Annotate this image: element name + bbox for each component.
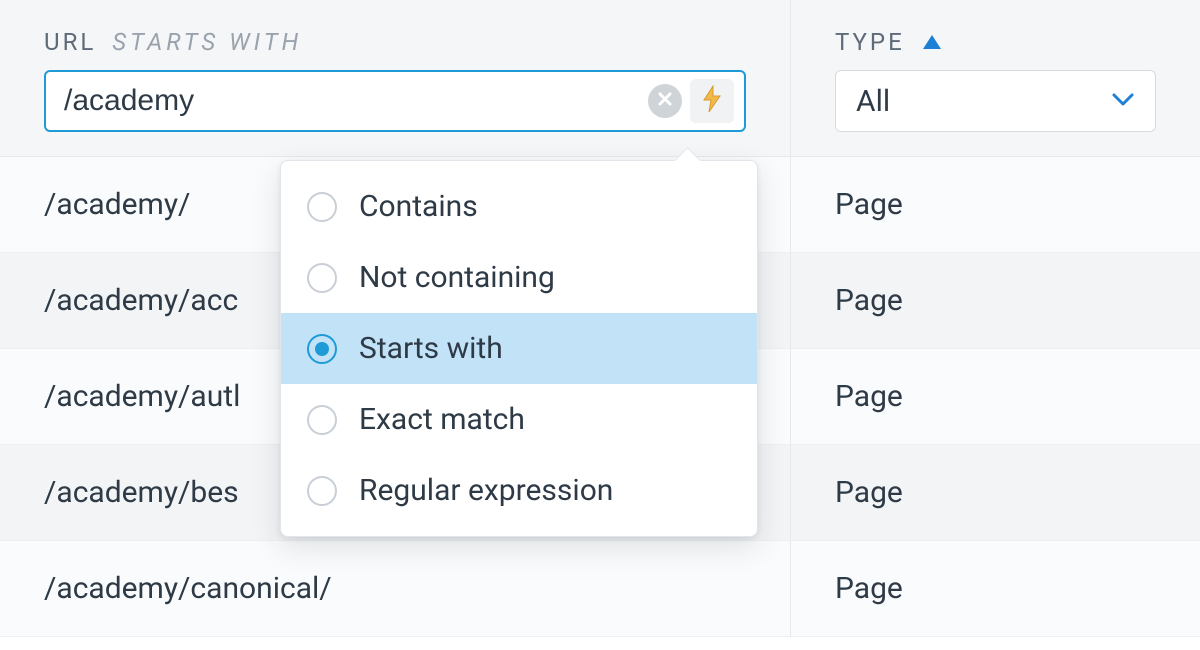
filter-option-exact-match[interactable]: Exact match (281, 384, 757, 455)
radio-icon (307, 334, 337, 364)
filter-option-label: Starts with (359, 331, 503, 366)
radio-icon (307, 263, 337, 293)
type-column-label-row[interactable]: TYPE (835, 28, 1156, 56)
type-column-header: TYPE All (790, 0, 1200, 157)
type-filter-value: All (856, 84, 1111, 119)
filter-option-label: Regular expression (359, 473, 613, 508)
radio-icon (307, 405, 337, 435)
table-row-type: Page (790, 157, 1200, 253)
filter-mode-popover: Contains Not containing Starts with Exac… (280, 160, 758, 537)
lightning-icon (701, 85, 723, 117)
type-column-label: TYPE (835, 28, 905, 56)
url-column-label-row: URL STARTS WITH (44, 28, 746, 56)
filter-option-label: Exact match (359, 402, 525, 437)
clear-input-button[interactable] (648, 84, 682, 118)
table-row-url[interactable]: /academy/canonical/ (0, 541, 790, 637)
url-column-header: URL STARTS WITH (0, 0, 790, 157)
filter-mode-button[interactable] (690, 79, 734, 123)
filter-option-starts-with[interactable]: Starts with (281, 313, 757, 384)
table-row-type: Page (790, 541, 1200, 637)
close-icon (657, 91, 673, 111)
filter-option-not-containing[interactable]: Not containing (281, 242, 757, 313)
url-filter-input[interactable] (64, 84, 648, 118)
radio-icon (307, 192, 337, 222)
filter-option-contains[interactable]: Contains (281, 171, 757, 242)
chevron-down-icon (1111, 91, 1135, 111)
filter-option-regular-expression[interactable]: Regular expression (281, 455, 757, 526)
table-row-type: Page (790, 445, 1200, 541)
url-input-icons (648, 79, 734, 123)
url-filter-input-wrap[interactable] (44, 70, 746, 132)
table-row-type: Page (790, 253, 1200, 349)
sort-asc-icon (921, 33, 943, 51)
url-filter-mode-label: STARTS WITH (112, 28, 302, 56)
url-column-label: URL (44, 28, 96, 56)
filter-option-label: Contains (359, 189, 478, 224)
radio-icon (307, 476, 337, 506)
table-row-type: Page (790, 349, 1200, 445)
filter-option-label: Not containing (359, 260, 555, 295)
type-filter-select[interactable]: All (835, 70, 1156, 132)
